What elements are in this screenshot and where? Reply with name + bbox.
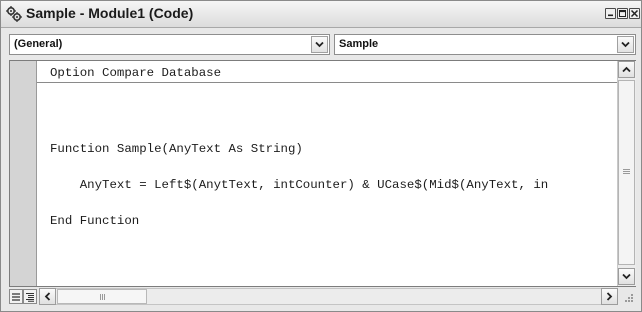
code-window: Sample - Module1 (Code) (General) Sample… xyxy=(0,0,642,312)
object-dropdown-value: (General) xyxy=(14,38,63,50)
chevron-down-icon xyxy=(621,41,630,48)
grip-icon xyxy=(623,169,630,170)
title-bar[interactable]: Sample - Module1 (Code) xyxy=(1,1,641,28)
vertical-scroll-thumb[interactable] xyxy=(618,80,635,265)
grip-icon xyxy=(102,294,103,300)
scroll-down-icon xyxy=(622,273,631,280)
margin-indicator-bar[interactable] xyxy=(10,61,37,286)
horizontal-scrollbar[interactable] xyxy=(39,288,618,305)
code-editor: Option Compare Database Function Sample(… xyxy=(9,60,636,287)
restore-icon xyxy=(619,10,626,17)
chevron-down-icon xyxy=(315,41,324,48)
object-dropdown-button[interactable] xyxy=(311,36,328,53)
horizontal-scroll-thumb[interactable] xyxy=(57,289,147,304)
resize-grip-icon[interactable] xyxy=(621,290,635,304)
full-module-view-icon xyxy=(26,293,34,302)
code-pane[interactable]: Option Compare Database Function Sample(… xyxy=(37,61,617,286)
procedure-dropdown[interactable]: Sample xyxy=(334,34,636,55)
object-dropdown[interactable]: (General) xyxy=(9,34,330,55)
code-line[interactable]: AnyText = Left$(AnytText, intCounter) & … xyxy=(50,178,548,192)
scroll-left-icon xyxy=(44,292,51,301)
restore-button[interactable] xyxy=(617,8,628,19)
code-line[interactable]: End Function xyxy=(50,214,139,228)
procedure-separator xyxy=(37,82,617,83)
scroll-right-icon xyxy=(606,292,613,301)
window-title: Sample - Module1 (Code) xyxy=(26,5,194,21)
code-line[interactable]: Option Compare Database xyxy=(50,66,221,80)
procedure-dropdown-value: Sample xyxy=(339,38,379,50)
scroll-up-button[interactable] xyxy=(618,61,635,78)
grip-icon xyxy=(100,294,101,300)
close-icon xyxy=(630,9,639,18)
code-module-icon xyxy=(5,5,23,23)
scroll-left-button[interactable] xyxy=(39,288,56,305)
scroll-down-button[interactable] xyxy=(618,268,635,285)
scroll-right-button[interactable] xyxy=(601,288,618,305)
close-button[interactable] xyxy=(629,8,640,19)
minimize-icon xyxy=(608,14,613,17)
grip-icon xyxy=(104,294,105,300)
procedure-view-button[interactable] xyxy=(9,289,23,304)
grip-icon xyxy=(623,171,630,172)
code-line[interactable]: Function Sample(AnyText As String) xyxy=(50,142,303,156)
procedure-dropdown-button[interactable] xyxy=(617,36,634,53)
minimize-button[interactable] xyxy=(605,8,616,19)
grip-icon xyxy=(623,173,630,174)
full-module-view-button[interactable] xyxy=(23,289,37,304)
procedure-view-icon xyxy=(12,293,20,301)
scroll-up-icon xyxy=(622,66,631,73)
vertical-scrollbar[interactable] xyxy=(617,61,636,286)
bottom-bar xyxy=(9,288,636,307)
